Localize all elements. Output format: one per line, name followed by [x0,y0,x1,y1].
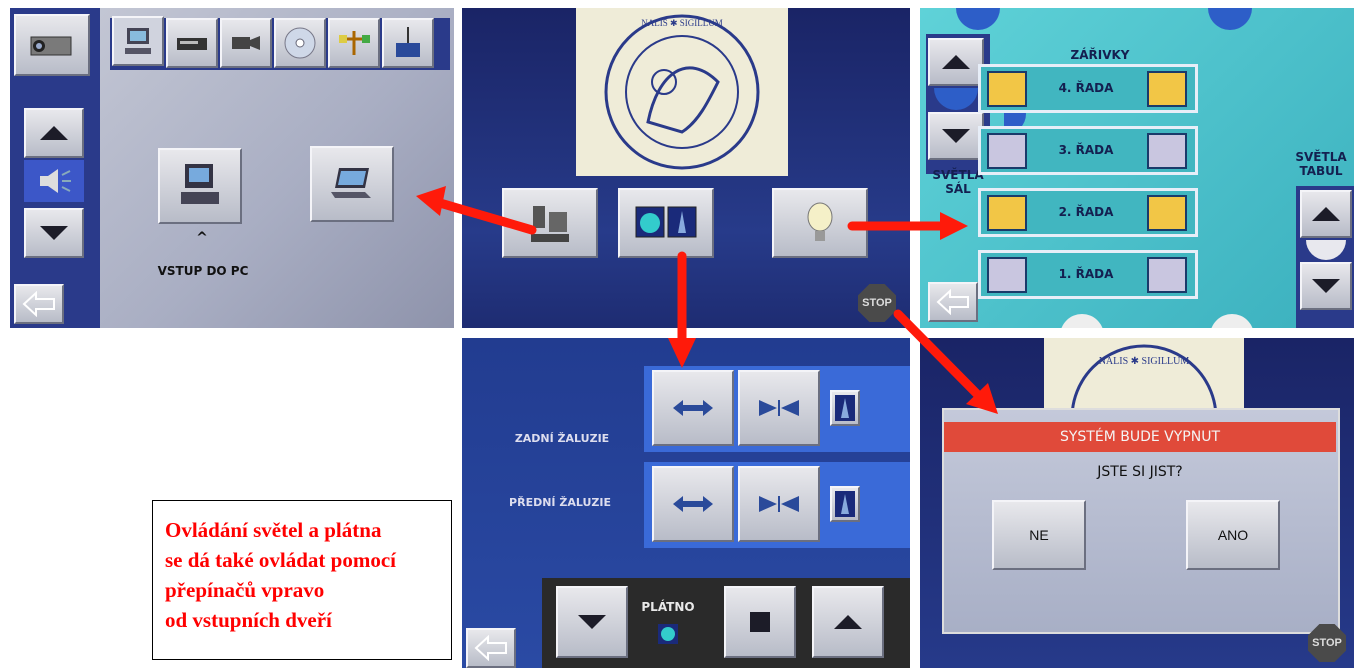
arrow-to-shutdown-panel [893,309,983,400]
flow-arrows [416,186,998,414]
arrow-to-pc-panel [435,198,537,235]
